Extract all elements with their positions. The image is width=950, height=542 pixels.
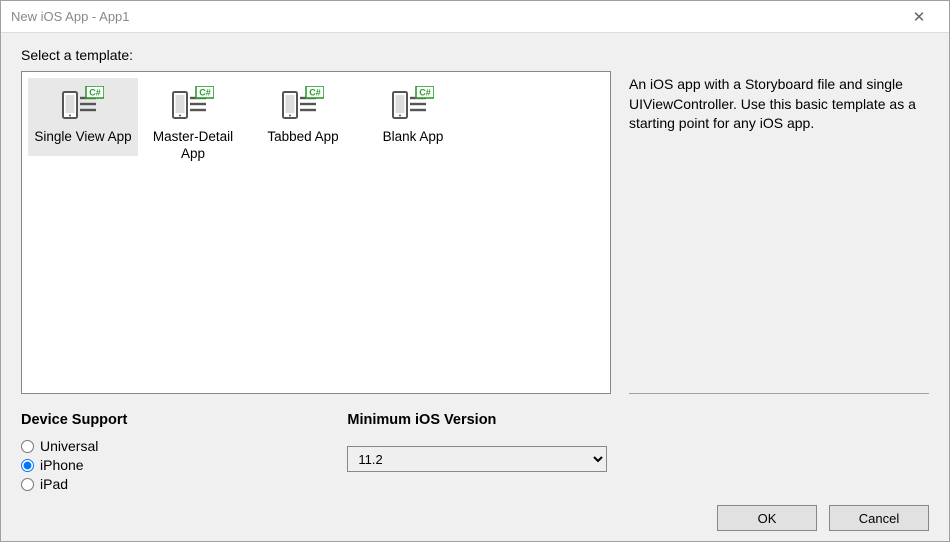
options-row: Device Support Universal iPhone iPad Minim… [21, 412, 929, 495]
close-icon[interactable]: ✕ [899, 8, 939, 26]
template-label: Blank App [362, 129, 464, 146]
description-separator [629, 393, 929, 394]
csharp-app-icon: C# [392, 86, 434, 120]
csharp-app-icon: C# [172, 86, 214, 120]
template-icon: C# [392, 86, 434, 123]
ok-button[interactable]: OK [717, 505, 817, 531]
template-description: An iOS app with a Storyboard file and si… [629, 75, 929, 393]
svg-text:C#: C# [419, 88, 431, 98]
template-label: Tabbed App [252, 129, 354, 146]
device-support-options: Universal iPhone iPad [21, 438, 127, 492]
min-ios-select[interactable]: 11.2 [347, 446, 607, 472]
csharp-app-icon: C# [282, 86, 324, 120]
device-support-group: Device Support Universal iPhone iPad [21, 412, 127, 495]
template-label: Single View App [32, 129, 134, 146]
template-icon: C# [62, 86, 104, 123]
cancel-button[interactable]: Cancel [829, 505, 929, 531]
device-option[interactable]: iPhone [21, 457, 127, 473]
template-grid: C# Single View App C# Master-Detail App … [28, 78, 604, 173]
middle-row: C# Single View App C# Master-Detail App … [21, 71, 929, 394]
dialog-window: New iOS App - App1 ✕ Select a template: … [0, 0, 950, 542]
device-radio[interactable] [21, 440, 34, 453]
template-item[interactable]: C# Single View App [28, 78, 138, 156]
window-title: New iOS App - App1 [11, 9, 899, 24]
template-icon: C# [172, 86, 214, 123]
device-support-heading: Device Support [21, 412, 127, 428]
min-ios-group: Minimum iOS Version 11.2 [347, 412, 607, 495]
dialog-content: Select a template: C# Single View App C#… [1, 33, 949, 541]
device-option-label: iPhone [40, 457, 84, 473]
select-template-label: Select a template: [21, 47, 929, 63]
device-radio[interactable] [21, 478, 34, 491]
template-icon: C# [282, 86, 324, 123]
titlebar: New iOS App - App1 ✕ [1, 1, 949, 33]
template-item[interactable]: C# Tabbed App [248, 78, 358, 156]
min-ios-heading: Minimum iOS Version [347, 412, 607, 428]
device-radio[interactable] [21, 459, 34, 472]
template-item[interactable]: C# Master-Detail App [138, 78, 248, 173]
dialog-button-row: OK Cancel [21, 501, 929, 531]
template-item[interactable]: C# Blank App [358, 78, 468, 156]
template-list[interactable]: C# Single View App C# Master-Detail App … [21, 71, 611, 394]
device-option[interactable]: iPad [21, 476, 127, 492]
svg-text:C#: C# [199, 88, 211, 98]
device-option-label: Universal [40, 438, 98, 454]
svg-text:C#: C# [309, 88, 321, 98]
device-option-label: iPad [40, 476, 68, 492]
csharp-app-icon: C# [62, 86, 104, 120]
template-label: Master-Detail App [142, 129, 244, 163]
device-option[interactable]: Universal [21, 438, 127, 454]
description-pane: An iOS app with a Storyboard file and si… [629, 71, 929, 394]
svg-text:C#: C# [89, 88, 101, 98]
